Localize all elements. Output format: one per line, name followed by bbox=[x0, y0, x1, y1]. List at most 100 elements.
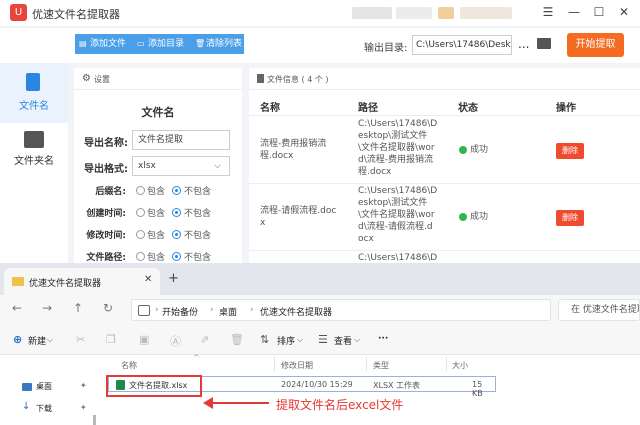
file-path-line: d\流程-请假流程.d bbox=[358, 222, 433, 232]
refresh-icon[interactable]: ↻ bbox=[103, 301, 113, 315]
delete-button[interactable]: 删除 bbox=[556, 143, 584, 159]
export-format-value: xlsx bbox=[138, 161, 156, 171]
success-icon bbox=[459, 146, 467, 154]
file-name-line: 流程-请假流程.doc bbox=[260, 206, 337, 216]
explorer-nav-bar: ← → ↑ ↻ › 开始备份 › 桌面 › 优速文件名提取器 在 优速文件名提取… bbox=[0, 295, 640, 325]
forward-icon[interactable]: → bbox=[42, 301, 52, 315]
paste-icon[interactable]: ▣ bbox=[139, 333, 149, 346]
folder-icon bbox=[12, 277, 24, 286]
start-extract-button[interactable]: 开始提取 bbox=[567, 33, 624, 57]
title-bar: U 优速文件名提取器 ☰ — ☐ ✕ bbox=[0, 0, 640, 26]
delete-icon[interactable]: 🗑 bbox=[230, 333, 244, 346]
file-path-line: esktop\测试文件 bbox=[358, 198, 428, 208]
breadcrumb-chevron-icon: › bbox=[210, 305, 214, 315]
file-path-line: esktop\测试文件 bbox=[358, 131, 428, 141]
column-header-action: 操作 bbox=[556, 103, 576, 114]
new-button[interactable]: 新建 bbox=[28, 334, 46, 347]
explorer-window: 优速文件名提取器 ✕ + ← → ↑ ↻ › 开始备份 › 桌面 › 优速文件名… bbox=[0, 263, 640, 425]
success-icon bbox=[459, 213, 467, 221]
add-folder-button[interactable]: ▭ 添加目录 bbox=[133, 34, 191, 54]
clear-list-button[interactable]: 🗑清除列表 bbox=[191, 34, 244, 54]
radio-include[interactable] bbox=[136, 252, 145, 261]
file-name-cell: 流程-请假流程.doc x bbox=[260, 205, 336, 229]
browse-button[interactable]: ... bbox=[518, 35, 534, 55]
radio-exclude-label: 不包含 bbox=[184, 231, 212, 241]
sidebar-item-foldername[interactable]: 文件夹名 bbox=[0, 123, 68, 183]
breadcrumb-item[interactable]: 优速文件名提取器 bbox=[260, 305, 332, 318]
search-input[interactable]: 在 优速文件名提取器 bbox=[558, 299, 640, 321]
column-header-modified[interactable]: 修改日期 bbox=[281, 360, 313, 371]
file-path-line: \文件名提取器\wor bbox=[358, 210, 435, 220]
address-bar[interactable]: › 开始备份 › 桌面 › 优速文件名提取器 bbox=[131, 299, 551, 321]
nav-pane-item-downloads[interactable]: 下载 bbox=[36, 403, 52, 414]
breadcrumb-item[interactable]: 开始备份 bbox=[162, 305, 198, 318]
blurred-user-info bbox=[352, 7, 392, 19]
close-button[interactable]: ✕ bbox=[614, 3, 634, 21]
annotation-arrow bbox=[205, 402, 269, 404]
delete-button[interactable]: 删除 bbox=[556, 210, 584, 226]
status-text: 成功 bbox=[470, 145, 489, 155]
minimize-button[interactable]: — bbox=[564, 3, 584, 21]
share-icon[interactable]: ⇗ bbox=[200, 333, 209, 346]
radio-row-label: 后缀名: bbox=[95, 187, 126, 197]
column-divider[interactable] bbox=[274, 357, 275, 371]
file-name-line: 程.docx bbox=[260, 151, 294, 161]
file-info-header: 文件信息 ( 4 个 ) bbox=[249, 68, 640, 90]
new-icon: ⊕ bbox=[13, 333, 23, 346]
menu-icon[interactable]: ☰ bbox=[538, 3, 558, 21]
column-divider[interactable] bbox=[446, 357, 447, 371]
radio-exclude[interactable] bbox=[172, 252, 181, 261]
maximize-button[interactable]: ☐ bbox=[589, 3, 609, 21]
nav-pane-item-desktop[interactable]: 桌面 bbox=[36, 381, 52, 392]
up-icon[interactable]: ↑ bbox=[73, 301, 83, 315]
app-title: 优速文件名提取器 bbox=[32, 8, 120, 21]
close-tab-icon[interactable]: ✕ bbox=[144, 274, 152, 285]
add-files-button[interactable]: ▤ 添加文件 bbox=[75, 34, 133, 54]
clear-list-label: 清除列表 bbox=[206, 39, 243, 49]
copy-icon[interactable]: ❐ bbox=[106, 333, 116, 346]
file-path-line: \文件名提取器\wor bbox=[358, 143, 435, 153]
column-header-type[interactable]: 类型 bbox=[373, 360, 389, 371]
radio-exclude[interactable] bbox=[172, 230, 181, 239]
radio-exclude-label: 不包含 bbox=[184, 187, 212, 197]
radio-exclude-label: 不包含 bbox=[184, 209, 212, 219]
sidebar-item-filename[interactable]: 文件名 bbox=[0, 63, 68, 123]
radio-exclude[interactable] bbox=[172, 186, 181, 195]
export-format-label: 导出格式: bbox=[84, 164, 128, 175]
back-icon[interactable]: ← bbox=[12, 301, 22, 315]
export-name-input[interactable]: 文件名提取 bbox=[132, 130, 230, 150]
breadcrumb-item[interactable]: 桌面 bbox=[219, 305, 237, 318]
nav-pane-scrollbar[interactable] bbox=[93, 415, 96, 425]
column-header-size[interactable]: 大小 bbox=[452, 360, 468, 371]
section-title: 文件名 bbox=[141, 106, 175, 119]
cut-icon[interactable]: ✂ bbox=[76, 333, 85, 346]
export-format-select[interactable]: xlsx ⌵ bbox=[132, 156, 230, 176]
settings-header: ⚙ 设置 bbox=[74, 68, 242, 90]
rename-icon[interactable]: Ⓐ bbox=[170, 333, 181, 349]
output-dir-input[interactable]: C:\Users\17486\Desktop bbox=[412, 35, 512, 55]
file-name-line: x bbox=[260, 218, 266, 228]
radio-include-label: 包含 bbox=[147, 187, 166, 197]
file-list-header: ^ 名称 修改日期 类型 大小 bbox=[0, 353, 640, 373]
open-folder-icon[interactable] bbox=[537, 38, 551, 49]
column-header-name[interactable]: 名称 bbox=[121, 360, 137, 371]
settings-title: 设置 bbox=[94, 75, 110, 84]
explorer-tab-bar: 优速文件名提取器 ✕ + bbox=[0, 263, 640, 295]
command-bar: ⊕ 新建 ⌵ ✂ ❐ ▣ Ⓐ ⇗ 🗑 ⇅ 排序 ⌵ ☰ 查看 ⌵ ··· bbox=[0, 325, 640, 355]
radio-exclude[interactable] bbox=[172, 208, 181, 217]
breadcrumb-chevron-icon: › bbox=[155, 305, 159, 315]
file-path-line: ocx bbox=[358, 234, 374, 244]
radio-include[interactable] bbox=[136, 208, 145, 217]
new-tab-button[interactable]: + bbox=[168, 271, 179, 286]
radio-include[interactable] bbox=[136, 186, 145, 195]
file-list-icon bbox=[257, 74, 264, 83]
view-button[interactable]: 查看 bbox=[334, 334, 352, 347]
explorer-tab[interactable]: 优速文件名提取器 ✕ bbox=[4, 268, 160, 295]
sort-button[interactable]: 排序 bbox=[277, 334, 295, 347]
toolbar: ▤ 添加文件 ▭ 添加目录 🗑清除列表 输出目录: C:\Users\17486\D… bbox=[0, 27, 640, 63]
row-divider bbox=[249, 183, 640, 184]
status-text: 成功 bbox=[470, 212, 489, 222]
column-divider[interactable] bbox=[366, 357, 367, 371]
more-button[interactable]: ··· bbox=[378, 334, 388, 344]
radio-include[interactable] bbox=[136, 230, 145, 239]
